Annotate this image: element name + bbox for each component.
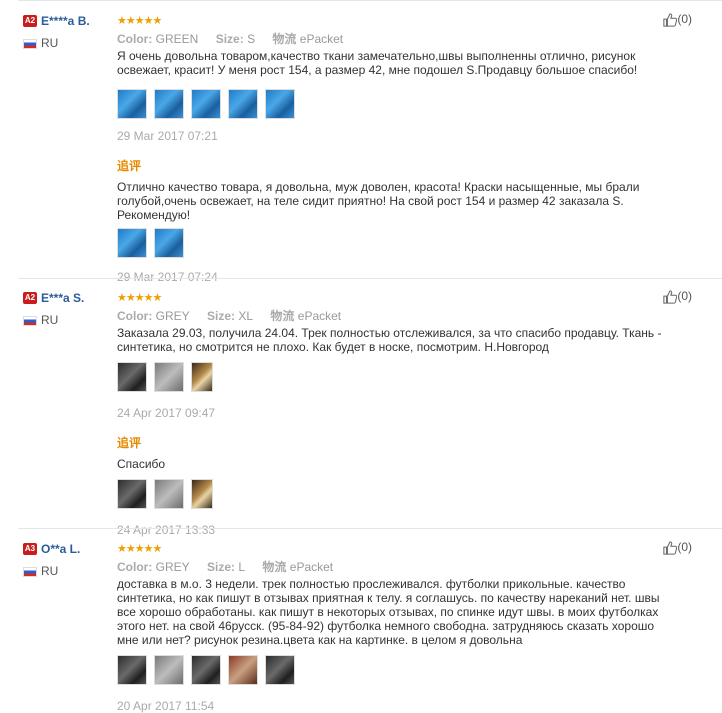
logistics-label: 物流 bbox=[272, 32, 297, 46]
shipping-value: ePacket bbox=[299, 32, 344, 46]
review-divider bbox=[18, 528, 722, 529]
review-photo[interactable] bbox=[117, 228, 147, 258]
review-photo[interactable] bbox=[228, 89, 258, 119]
buyer-level-badge: A3 bbox=[23, 542, 37, 555]
review-text: доставка в м.о. 3 недели. трек полностью… bbox=[117, 577, 660, 647]
review-photo[interactable] bbox=[191, 479, 213, 509]
country-code: RU bbox=[41, 564, 59, 578]
review-photo[interactable] bbox=[117, 655, 147, 685]
review-photo[interactable] bbox=[154, 89, 184, 119]
order-info: Color: GREEN Size: S 物流 ePacket bbox=[117, 30, 677, 47]
color-value: GREY bbox=[155, 309, 190, 323]
size-value: XL bbox=[238, 309, 254, 323]
review-photos bbox=[117, 89, 677, 121]
review-content: ★★★★★ Color: GREEN Size: S 物流 ePacket Я … bbox=[117, 12, 677, 284]
order-info: Color: GREY Size: L 物流 ePacket bbox=[117, 558, 677, 575]
size-label: Size: bbox=[215, 32, 244, 46]
buyer-level-badge: A2 bbox=[23, 291, 37, 304]
country-code: RU bbox=[41, 36, 59, 50]
review-text: Я очень довольна товаром,качество ткани … bbox=[117, 49, 638, 77]
review-item: A2 E***a S. RU ★★★★★ Color: GREY Size: XL… bbox=[0, 289, 722, 537]
rating-stars: ★★★★★ bbox=[117, 543, 162, 556]
color-value: GREY bbox=[155, 560, 190, 574]
size-value: L bbox=[238, 560, 246, 574]
additional-feedback-text: Спасибо bbox=[117, 457, 166, 471]
reviewer-name[interactable]: E***a S. bbox=[41, 291, 84, 305]
review-photo[interactable] bbox=[191, 362, 213, 392]
reviewer-info: A2 E****a B. RU bbox=[23, 12, 113, 50]
additional-photos bbox=[117, 228, 677, 260]
review-date: 29 Mar 2017 07:21 bbox=[117, 129, 218, 143]
rating-stars: ★★★★★ bbox=[117, 15, 162, 28]
review-photo[interactable] bbox=[154, 362, 184, 392]
review-photo[interactable] bbox=[265, 655, 295, 685]
top-divider bbox=[18, 0, 722, 1]
helpful-count: (0) bbox=[677, 12, 692, 26]
review-content: ★★★★★ Color: GREY Size: L 物流 ePacket дос… bbox=[117, 540, 677, 713]
rating-stars: ★★★★★ bbox=[117, 292, 162, 305]
color-label: Color: bbox=[117, 560, 153, 574]
review-date: 24 Apr 2017 09:47 bbox=[117, 406, 216, 420]
reviewer-country: RU bbox=[23, 313, 113, 327]
reviewer-info: A2 E***a S. RU bbox=[23, 289, 113, 327]
reviewer-name[interactable]: E****a B. bbox=[41, 14, 90, 28]
review-photo[interactable] bbox=[117, 89, 147, 119]
review-photos bbox=[117, 655, 677, 687]
additional-feedback-date: 24 Apr 2017 13:33 bbox=[117, 523, 216, 537]
helpful-count: (0) bbox=[677, 540, 692, 554]
reviewer-country: RU bbox=[23, 36, 113, 50]
additional-feedback-label: 追评 bbox=[117, 436, 142, 450]
reviewer-info: A3 O**a L. RU bbox=[23, 540, 113, 578]
helpful-button[interactable]: (0) bbox=[663, 289, 692, 304]
review-photo[interactable] bbox=[265, 89, 295, 119]
russia-flag-icon bbox=[23, 566, 37, 577]
russia-flag-icon bbox=[23, 315, 37, 326]
russia-flag-icon bbox=[23, 38, 37, 49]
review-item: A2 E****a B. RU ★★★★★ Color: GREEN Size: … bbox=[0, 12, 722, 284]
additional-photos bbox=[117, 479, 677, 511]
review-divider bbox=[18, 278, 722, 279]
size-value: S bbox=[247, 32, 256, 46]
review-content: ★★★★★ Color: GREY Size: XL 物流 ePacket За… bbox=[117, 289, 677, 537]
reviewer-country: RU bbox=[23, 564, 113, 578]
thumbs-up-icon bbox=[663, 13, 678, 27]
review-photo[interactable] bbox=[154, 479, 184, 509]
review-photo[interactable] bbox=[154, 228, 184, 258]
logistics-label: 物流 bbox=[262, 560, 287, 574]
review-photo[interactable] bbox=[191, 89, 221, 119]
review-photo[interactable] bbox=[117, 479, 147, 509]
size-label: Size: bbox=[207, 309, 236, 323]
thumbs-up-icon bbox=[663, 290, 678, 304]
review-text: Заказала 29.03, получила 24.04. Трек пол… bbox=[117, 326, 662, 354]
additional-feedback-text: Отлично качество товара, я довольна, муж… bbox=[117, 180, 640, 222]
logistics-label: 物流 bbox=[270, 309, 295, 323]
color-value: GREEN bbox=[155, 32, 199, 46]
helpful-button[interactable]: (0) bbox=[663, 12, 692, 27]
helpful-count: (0) bbox=[677, 289, 692, 303]
order-info: Color: GREY Size: XL 物流 ePacket bbox=[117, 307, 677, 324]
additional-feedback-date: 29 Mar 2017 07:24 bbox=[117, 270, 218, 284]
color-label: Color: bbox=[117, 309, 153, 323]
review-photo[interactable] bbox=[191, 655, 221, 685]
reviewer-name[interactable]: O**a L. bbox=[41, 542, 80, 556]
shipping-value: ePacket bbox=[289, 560, 334, 574]
shipping-value: ePacket bbox=[297, 309, 342, 323]
helpful-button[interactable]: (0) bbox=[663, 540, 692, 555]
size-label: Size: bbox=[207, 560, 236, 574]
review-item: A3 O**a L. RU ★★★★★ Color: GREY Size: L 物… bbox=[0, 540, 722, 713]
review-photo[interactable] bbox=[228, 655, 258, 685]
additional-feedback-label: 追评 bbox=[117, 159, 142, 173]
color-label: Color: bbox=[117, 32, 153, 46]
thumbs-up-icon bbox=[663, 541, 678, 555]
review-photo[interactable] bbox=[117, 362, 147, 392]
review-photos bbox=[117, 362, 677, 394]
country-code: RU bbox=[41, 313, 59, 327]
buyer-level-badge: A2 bbox=[23, 14, 37, 27]
review-photo[interactable] bbox=[154, 655, 184, 685]
